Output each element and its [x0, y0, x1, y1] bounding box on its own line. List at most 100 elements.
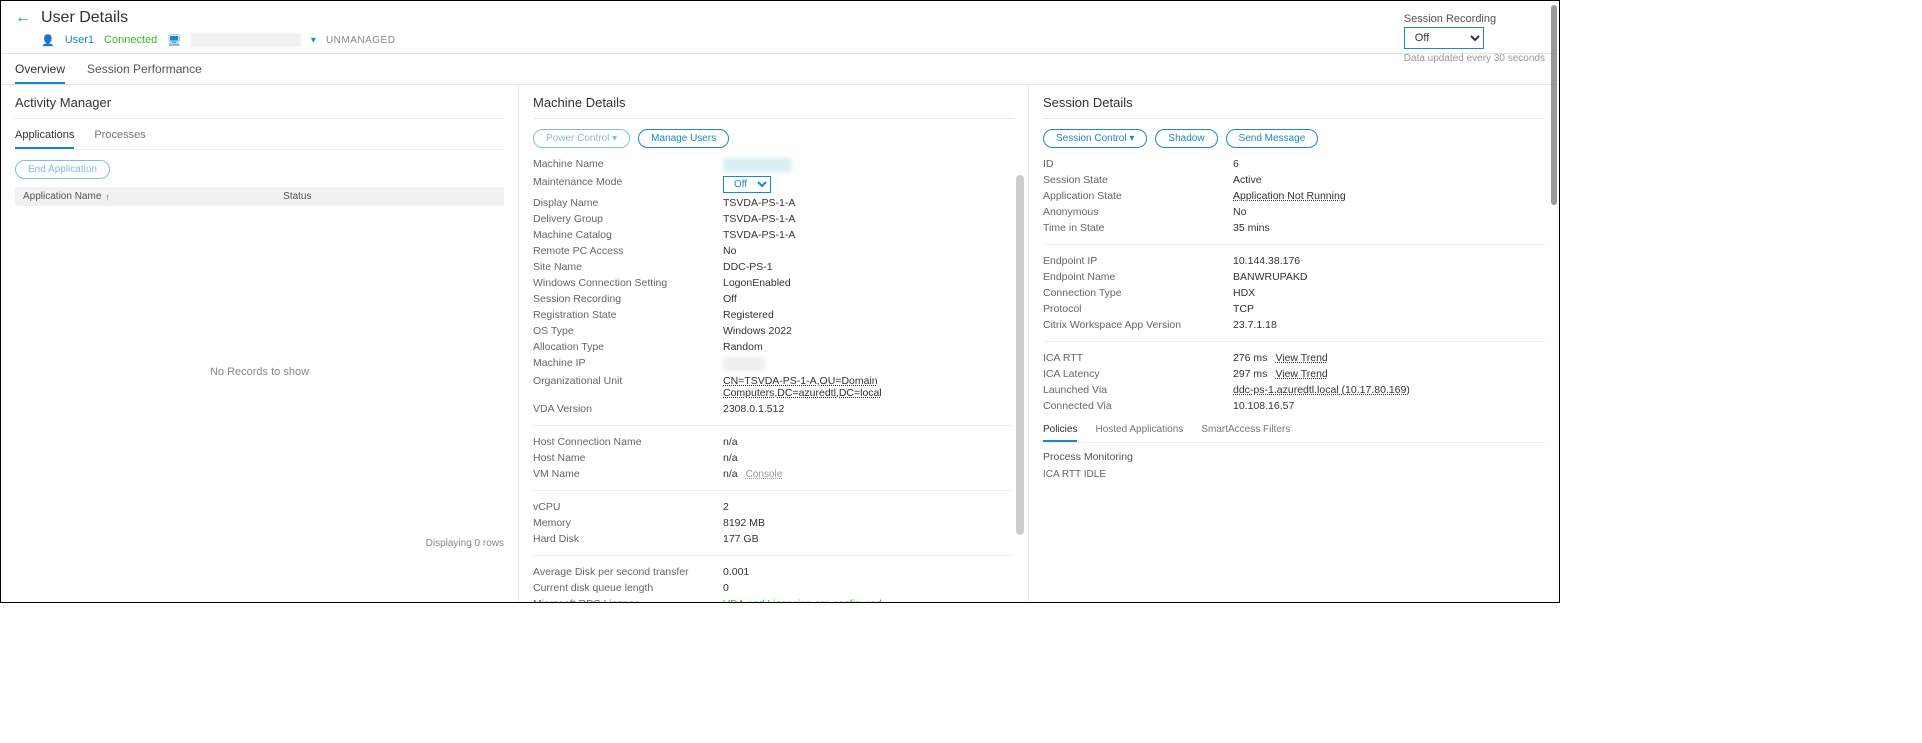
ou-value[interactable]: CN=TSVDA-PS-1-A,OU=Domain Computers,DC=a… [723, 375, 1014, 399]
connection-type-label: Connection Type [1043, 287, 1233, 299]
machine-catalog-label: Machine Catalog [533, 229, 723, 241]
process-monitoring-text: Process Monitoring [1043, 451, 1545, 463]
session-id-value: 6 [1233, 158, 1545, 170]
host-conn-value: n/a [723, 436, 1014, 448]
remote-pc-value: No [723, 245, 1014, 257]
shadow-button[interactable]: Shadow [1155, 129, 1217, 148]
memory-label: Memory [533, 517, 723, 529]
header-right: Session Recording Off Data updated every… [1404, 13, 1545, 64]
vda-version-label: VDA Version [533, 403, 723, 415]
launched-via-value[interactable]: ddc-ps-1.azuredtl.local (10.17.80.169) [1233, 384, 1410, 396]
machine-name-value-masked: xxxxxxxxxx [723, 158, 792, 172]
session-recording-select[interactable]: Off [1404, 27, 1484, 49]
col-application-name[interactable]: Application Name ↑ [23, 191, 283, 202]
disk-queue-label: Current disk queue length [533, 582, 723, 594]
vda-version-value: 2308.0.1.512 [723, 403, 1014, 415]
anonymous-label: Anonymous [1043, 206, 1233, 218]
tab-applications[interactable]: Applications [15, 129, 74, 149]
hard-disk-label: Hard Disk [533, 533, 723, 545]
delivery-group-value: TSVDA-PS-1-A [723, 213, 1014, 225]
session-state-value: Active [1233, 174, 1545, 186]
activity-manager-title: Activity Manager [15, 95, 504, 119]
rds-license-value: VDA and Licensing are configured [723, 598, 882, 603]
col-status[interactable]: Status [283, 191, 496, 202]
sort-asc-icon: ↑ [105, 192, 110, 202]
cwa-version-value: 23.7.1.18 [1233, 319, 1545, 331]
page-scrollbar[interactable] [1551, 5, 1557, 205]
connected-via-label: Connected Via [1043, 400, 1233, 412]
os-type-label: OS Type [533, 325, 723, 337]
col-application-name-label: Application Name [23, 191, 101, 202]
alloc-type-label: Allocation Type [533, 341, 723, 353]
memory-value: 8192 MB [723, 517, 1014, 529]
site-name-label: Site Name [533, 261, 723, 273]
send-message-button[interactable]: Send Message [1226, 129, 1319, 148]
machine-details-panel: Machine Details Power Control ▾ Manage U… [519, 85, 1029, 603]
applications-table-header: Application Name ↑ Status [15, 187, 504, 206]
endpoint-ip-value: 10.144.38.176 [1233, 255, 1545, 267]
os-type-value: Windows 2022 [723, 325, 1014, 337]
power-control-button[interactable]: Power Control ▾ [533, 129, 630, 148]
session-state-label: Session State [1043, 174, 1233, 186]
page-title: User Details [41, 9, 128, 27]
chevron-down-icon[interactable]: ▾ [311, 35, 316, 46]
host-name-label: Host Name [533, 452, 723, 464]
site-name-value: DDC-PS-1 [723, 261, 1014, 273]
alloc-type-value: Random [723, 341, 1014, 353]
console-link[interactable]: Console [746, 469, 783, 480]
maintenance-mode-select[interactable]: Off [723, 176, 771, 193]
tab-session-performance[interactable]: Session Performance [87, 62, 202, 84]
chevron-down-icon: ▾ [1129, 133, 1134, 144]
machine-catalog-value: TSVDA-PS-1-A [723, 229, 1014, 241]
display-name-value: TSVDA-PS-1-A [723, 197, 1014, 209]
session-details-title: Session Details [1043, 95, 1545, 119]
ica-latency-label: ICA Latency [1043, 368, 1233, 380]
tab-policies[interactable]: Policies [1043, 424, 1077, 442]
time-in-state-label: Time in State [1043, 222, 1233, 234]
tab-hosted-applications[interactable]: Hosted Applications [1095, 424, 1183, 442]
launched-via-label: Launched Via [1043, 384, 1233, 396]
unmanaged-label: UNMANAGED [326, 35, 396, 46]
main-tabs: Overview Session Performance [1, 54, 1559, 85]
machine-details-title: Machine Details [533, 95, 1014, 119]
connected-via-value: 10.108.16.57 [1233, 400, 1545, 412]
delivery-group-label: Delivery Group [533, 213, 723, 225]
session-recording-label: Session Recording [1404, 13, 1545, 25]
ica-rtt-trend-link[interactable]: View Trend [1275, 352, 1327, 364]
app-state-label: Application State [1043, 190, 1233, 202]
user-icon: 👤 [41, 34, 55, 47]
ica-rtt-label: ICA RTT [1043, 352, 1233, 364]
endpoint-name-label: Endpoint Name [1043, 271, 1233, 283]
displaying-rows: Displaying 0 rows [15, 538, 504, 549]
status-connected: Connected [104, 34, 157, 46]
vm-name-label: VM Name [533, 468, 723, 480]
activity-manager-panel: Activity Manager Applications Processes … [1, 85, 519, 603]
vm-name-value: n/a [723, 468, 738, 480]
reg-state-label: Registration State [533, 309, 723, 321]
manage-users-button[interactable]: Manage Users [638, 129, 729, 148]
win-conn-label: Windows Connection Setting [533, 277, 723, 289]
tab-overview[interactable]: Overview [15, 62, 65, 84]
no-records-text: No Records to show [15, 366, 504, 378]
end-application-button[interactable]: End Application [15, 160, 110, 179]
endpoint-ip-label: Endpoint IP [1043, 255, 1233, 267]
ou-label: Organizational Unit [533, 375, 723, 399]
session-control-button[interactable]: Session Control ▾ [1043, 129, 1147, 148]
ica-rtt-idle-text: ICA RTT IDLE [1043, 469, 1545, 480]
avg-disk-label: Average Disk per second transfer [533, 566, 723, 578]
back-arrow-icon[interactable]: ← [15, 9, 31, 27]
machine-ip-value-masked: xxxxx [723, 357, 765, 371]
hard-disk-value: 177 GB [723, 533, 1014, 545]
user-name[interactable]: User1 [65, 34, 94, 46]
connection-type-value: HDX [1233, 287, 1545, 299]
ica-latency-trend-link[interactable]: View Trend [1275, 368, 1327, 380]
session-rec-value: Off [723, 293, 1014, 305]
tab-processes[interactable]: Processes [94, 129, 145, 149]
app-state-value[interactable]: Application Not Running [1233, 190, 1346, 202]
tab-smartaccess-filters[interactable]: SmartAccess Filters [1201, 424, 1290, 442]
machine-scrollbar[interactable] [1016, 175, 1024, 535]
reg-state-value: Registered [723, 309, 1014, 321]
protocol-label: Protocol [1043, 303, 1233, 315]
host-conn-label: Host Connection Name [533, 436, 723, 448]
cwa-version-label: Citrix Workspace App Version [1043, 319, 1233, 331]
